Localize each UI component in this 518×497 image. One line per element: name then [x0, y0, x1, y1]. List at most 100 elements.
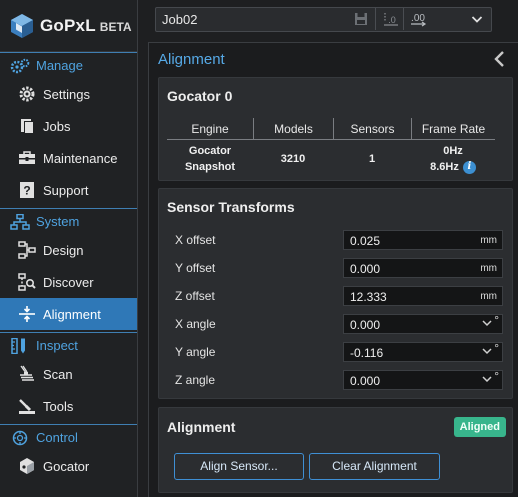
- unit-label: °: [494, 369, 499, 383]
- section-control[interactable]: Control: [0, 424, 137, 450]
- x-offset-row: X offset 0.025 mm: [175, 230, 505, 250]
- sidebar-item-label: Discover: [43, 274, 94, 290]
- sidebar-item-support[interactable]: ? Support: [0, 174, 137, 206]
- section-label: Inspect: [36, 338, 78, 353]
- angle-stepper[interactable]: °: [482, 369, 499, 384]
- download-icon[interactable]: .0: [382, 10, 400, 28]
- sidebar-item-label: Tools: [43, 398, 74, 414]
- chevron-down-icon: [482, 320, 492, 327]
- sidebar-item-maintenance[interactable]: Maintenance: [0, 142, 137, 174]
- sensors-cell: 1: [368, 153, 376, 165]
- sidebar-item-jobs[interactable]: Jobs: [0, 110, 137, 142]
- alignment-card: Alignment Aligned Align Sensor... Clear …: [158, 407, 513, 493]
- z-angle-row: Z angle 0.000 °: [175, 369, 505, 390]
- unit-label: °: [494, 341, 499, 355]
- z-offset-field[interactable]: 12.333 mm: [343, 286, 503, 306]
- engine-line: Gocator: [188, 145, 232, 157]
- device-title: Gocator 0: [167, 88, 233, 104]
- scan-icon: [17, 364, 37, 384]
- unit-label: °: [494, 313, 499, 327]
- section-manage[interactable]: Manage: [0, 52, 137, 78]
- sidebar-item-label: Gocator: [43, 458, 90, 474]
- app-window: GoPxL BETA Manage Settings Jobs Maintena…: [0, 0, 518, 497]
- y-angle-field[interactable]: -0.116 °: [343, 341, 503, 362]
- gocator-icon: [17, 456, 37, 476]
- frame-rate-current: 0Hz: [443, 145, 463, 157]
- sidebar-item-label: Alignment: [43, 306, 101, 322]
- brand-name: GoPxL: [40, 15, 96, 35]
- sidebar-item-label: Design: [43, 242, 84, 258]
- field-label: Y offset: [175, 261, 216, 275]
- toolbox-icon: [17, 148, 37, 168]
- frame-rate-max-wrap: 8.6Hz i: [430, 159, 476, 175]
- toolbar-divider: [403, 8, 404, 30]
- alignment-icon: [17, 304, 37, 324]
- y-offset-field[interactable]: 0.000 mm: [343, 258, 503, 278]
- models-cell: 3210: [280, 153, 306, 165]
- field-value: 0.025: [350, 234, 381, 248]
- device-card: Gocator 0 Engine Models Sensors Frame Ra…: [158, 77, 513, 181]
- field-value: 0.000: [350, 374, 381, 388]
- ruler-icon: [10, 337, 30, 354]
- clear-alignment-button[interactable]: Clear Alignment: [309, 453, 440, 480]
- sidebar: GoPxL BETA Manage Settings Jobs Maintena…: [0, 0, 138, 497]
- alignment-title: Alignment: [167, 419, 236, 435]
- job-select-value: Job02: [162, 12, 198, 27]
- x-angle-row: X angle 0.000 °: [175, 313, 505, 334]
- status-badge: Aligned: [453, 417, 506, 437]
- sidebar-item-tools[interactable]: Tools: [0, 390, 137, 422]
- section-label: Manage: [36, 58, 83, 73]
- field-label: Y angle: [175, 345, 216, 359]
- documents-icon: [17, 116, 37, 136]
- field-value: 12.333: [350, 290, 387, 304]
- frame-rate-cell: 0Hz 8.6Hz i: [411, 140, 495, 178]
- chevron-down-icon: [482, 376, 492, 383]
- sidebar-item-gocator[interactable]: Gocator: [0, 450, 137, 482]
- sidebar-item-settings[interactable]: Settings: [0, 78, 137, 110]
- sidebar-item-label: Jobs: [43, 118, 71, 134]
- field-value: -0.116: [350, 346, 384, 360]
- field-label: Z offset: [175, 289, 215, 303]
- table-header: Engine Models Sensors Frame Rate: [167, 118, 495, 140]
- engine-cell: Gocator Snapshot: [167, 140, 253, 178]
- save-icon[interactable]: [352, 10, 370, 28]
- info-icon[interactable]: i: [462, 160, 476, 174]
- toolbar-divider: [375, 8, 376, 30]
- control-icon: [10, 430, 30, 446]
- align-sensor-button[interactable]: Align Sensor...: [174, 453, 304, 480]
- x-angle-field[interactable]: 0.000 °: [343, 313, 503, 334]
- x-offset-field[interactable]: 0.025 mm: [343, 230, 503, 250]
- brand-beta: BETA: [99, 19, 132, 34]
- column-header: Engine: [191, 121, 229, 136]
- sidebar-item-scan[interactable]: Scan: [0, 358, 137, 390]
- unit-label: mm: [480, 263, 497, 274]
- design-icon: [17, 240, 37, 260]
- network-icon: [10, 213, 30, 230]
- section-inspect[interactable]: Inspect: [0, 332, 137, 358]
- toolbar: Job02 .0 .00: [147, 0, 518, 40]
- chevron-down-icon: [471, 13, 483, 28]
- svg-text:?: ?: [23, 184, 30, 198]
- unit-label: mm: [480, 291, 497, 302]
- device-table: Engine Models Sensors Frame Rate Gocator…: [167, 118, 495, 178]
- section-system[interactable]: System: [0, 208, 137, 234]
- sidebar-item-discover[interactable]: Discover: [0, 266, 137, 298]
- angle-stepper[interactable]: °: [482, 313, 499, 328]
- angle-stepper[interactable]: °: [482, 341, 499, 356]
- field-label: X offset: [175, 233, 216, 247]
- z-angle-field[interactable]: 0.000 °: [343, 369, 503, 390]
- section-label: Control: [36, 430, 78, 445]
- frame-rate-max: 8.6Hz: [430, 161, 459, 173]
- job-select[interactable]: Job02: [155, 7, 492, 32]
- chevron-down-icon: [482, 348, 492, 355]
- section-label: System: [36, 214, 80, 229]
- sidebar-item-alignment[interactable]: Alignment: [0, 298, 137, 330]
- y-offset-row: Y offset 0.000 mm: [175, 258, 505, 278]
- collapse-panel-button[interactable]: [492, 49, 508, 69]
- table-row: Gocator Snapshot 3210 1 0Hz 8.6Hz i: [167, 140, 495, 178]
- sidebar-item-label: Settings: [43, 86, 90, 102]
- engine-line: Snapshot: [184, 161, 236, 173]
- decimal-icon[interactable]: .00: [409, 10, 427, 28]
- discover-icon: [17, 272, 37, 292]
- sidebar-item-design[interactable]: Design: [0, 234, 137, 266]
